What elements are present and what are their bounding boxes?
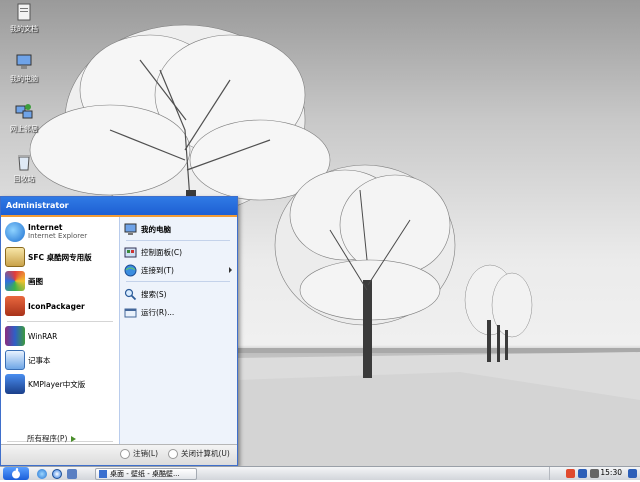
connect-to-icon [124, 264, 137, 277]
desktop-icon-label: 回收站 [13, 175, 35, 183]
pinned-item-paint[interactable]: 画图 [5, 270, 117, 292]
recycle-bin-icon [14, 152, 34, 172]
start-menu-programs-pane: Internet Internet Explorer SFC 桌酷网专用版 画图… [1, 217, 119, 446]
run-icon [124, 306, 137, 319]
submenu-arrow-icon [229, 267, 232, 273]
sfc-icon [5, 247, 25, 267]
tray-security-icon[interactable] [566, 469, 575, 478]
item-title: Internet [28, 223, 63, 232]
my-documents-icon [14, 2, 34, 22]
desktop-icon-label: 网上邻居 [10, 125, 38, 133]
item-label: 搜索(S) [141, 289, 167, 299]
quicklaunch-desktop-icon[interactable] [67, 469, 77, 479]
separator [7, 321, 113, 322]
pinned-item-internet[interactable]: Internet Internet Explorer [5, 221, 117, 243]
item-title: SFC 桌酷网专用版 [28, 252, 92, 262]
item-title: KMPlayer中文版 [28, 379, 86, 389]
item-title: 画图 [28, 276, 43, 286]
item-title: 记事本 [28, 355, 51, 365]
recent-item-winrar[interactable]: WinRAR [5, 325, 117, 347]
places-item-connect-to[interactable]: 连接到(T) [124, 262, 234, 278]
item-label: 我的电脑 [141, 224, 171, 234]
quicklaunch-ie-icon[interactable] [37, 469, 47, 479]
pinned-item-iconpackager[interactable]: IconPackager [5, 295, 117, 317]
my-computer-icon [124, 223, 137, 236]
taskbar: 桌面 - 壁纸 - 桌酷壁... 15:30 [0, 466, 640, 480]
user-name: Administrator [6, 201, 69, 210]
network-places-icon [14, 102, 34, 122]
all-programs-label: 所有程序(P) [27, 434, 68, 443]
apple-logo-icon [12, 468, 20, 479]
places-item-control-panel[interactable]: 控制面板(C) [124, 244, 234, 260]
start-menu: Administrator Internet Internet Explorer… [0, 196, 238, 466]
start-menu-footer: 注销(L) 关闭计算机(U) [1, 444, 237, 465]
clock: 15:30 [600, 468, 622, 477]
desktop-icon-my-computer[interactable]: 我的电脑 [2, 52, 46, 84]
places-item-run[interactable]: 运行(R)... [124, 304, 234, 320]
taskbar-window-button[interactable]: 桌面 - 壁纸 - 桌酷壁... [95, 468, 197, 480]
logoff-label: 注销(L) [133, 449, 159, 458]
kmplayer-icon [5, 374, 25, 394]
separator [126, 281, 230, 282]
winrar-icon [5, 326, 25, 346]
tray-volume-icon[interactable] [590, 469, 599, 478]
my-computer-icon [14, 52, 34, 72]
recent-item-notepad[interactable]: 记事本 [5, 349, 117, 371]
arrow-right-icon [71, 435, 77, 442]
window-icon [99, 470, 107, 478]
desktop-icon-recycle-bin[interactable]: 回收站 [2, 152, 46, 184]
internet-explorer-icon [5, 222, 25, 242]
places-item-my-computer[interactable]: 我的电脑 [124, 221, 234, 237]
quicklaunch-browser-icon[interactable] [52, 469, 62, 479]
tray-network-icon[interactable] [578, 469, 587, 478]
search-icon [124, 288, 137, 301]
recent-item-kmplayer[interactable]: KMPlayer中文版 [5, 373, 117, 395]
separator [126, 240, 230, 241]
system-tray: 15:30 [549, 467, 640, 480]
paint-icon [5, 271, 25, 291]
places-item-search[interactable]: 搜索(S) [124, 286, 234, 302]
window-title: 桌面 - 壁纸 - 桌酷壁... [110, 470, 180, 478]
desktop-icon-label: 我的电脑 [10, 75, 38, 83]
desktop-icon-my-documents[interactable]: 我的文档 [2, 2, 46, 34]
desktop-icon-label: 我的文档 [10, 25, 38, 33]
notepad-icon [5, 350, 25, 370]
item-title: WinRAR [28, 331, 58, 341]
item-label: 连接到(T) [141, 265, 174, 275]
iconpackager-icon [5, 296, 25, 316]
item-title: IconPackager [28, 301, 85, 311]
item-label: 运行(R)... [141, 307, 175, 317]
control-panel-icon [124, 246, 137, 259]
all-programs-button[interactable]: 所有程序(P) [27, 433, 77, 444]
start-menu-places-pane: 我的电脑 控制面板(C) 连接到(T) 搜索(S) 运行(R)... [119, 217, 237, 446]
shutdown-label: 关闭计算机(U) [181, 449, 230, 458]
logoff-icon [120, 448, 130, 459]
desktop-icon-network-places[interactable]: 网上邻居 [2, 102, 46, 134]
item-label: 控制面板(C) [141, 247, 183, 257]
item-subtitle: Internet Explorer [28, 232, 88, 240]
power-icon [168, 448, 178, 459]
start-button[interactable] [3, 467, 29, 480]
show-desktop-icon[interactable] [628, 469, 637, 478]
shutdown-button[interactable]: 关闭计算机(U) [168, 448, 230, 459]
logoff-button[interactable]: 注销(L) [120, 448, 158, 459]
start-menu-user-header: Administrator [1, 197, 237, 217]
pinned-item-sfc[interactable]: SFC 桌酷网专用版 [5, 246, 117, 268]
